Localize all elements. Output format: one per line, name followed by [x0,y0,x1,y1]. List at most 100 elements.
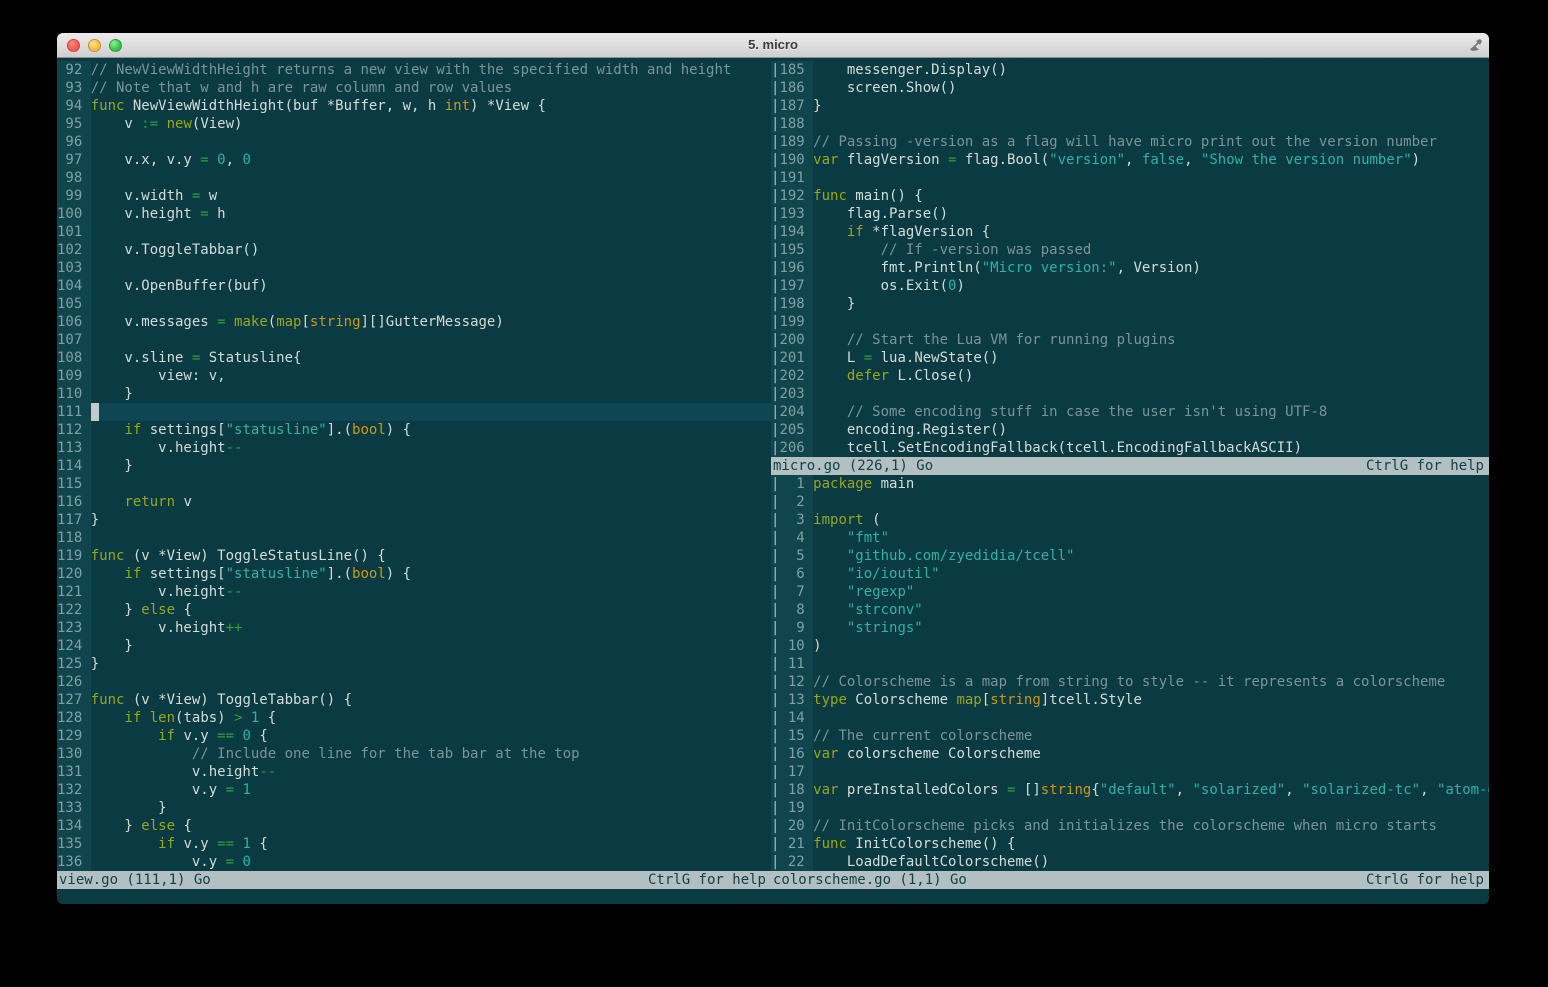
code-area-view-go[interactable]: 92 // NewViewWidthHeight returns a new v… [57,61,771,871]
code-line[interactable]: 92 // NewViewWidthHeight returns a new v… [57,61,771,79]
code-line[interactable]: | 190 var flagVersion = flag.Bool("versio… [771,151,1489,169]
code-line[interactable]: 110 } [57,385,771,403]
code-line[interactable]: 117 } [57,511,771,529]
line-number: 134 [57,817,91,835]
code-line[interactable]: | 197 os.Exit(0) [771,277,1489,295]
code-line[interactable]: | 194 if *flagVersion { [771,223,1489,241]
split-divider: | [771,367,780,385]
code-line[interactable]: | 195 // If -version was passed [771,241,1489,259]
code-line[interactable]: 113 v.height -- [57,439,771,457]
code-line[interactable]: 119 func (v *View) ToggleStatusLine() { [57,547,771,565]
code-line[interactable]: 125 } [57,655,771,673]
code-line[interactable]: | 206 tcell.SetEncodingFallback(tcell.Enc… [771,439,1489,457]
code-line[interactable]: 104 v.OpenBuffer(buf) [57,277,771,295]
code-line[interactable]: | 201 L = lua.NewState() [771,349,1489,367]
code-line[interactable]: 109 view: v, [57,367,771,385]
window-titlebar[interactable]: 5. micro [57,33,1489,58]
code-line[interactable]: | 5 "github.com/zyedidia/tcell" [771,547,1489,565]
code-line[interactable]: | 8 "strconv" [771,601,1489,619]
code-line[interactable]: 116 return v [57,493,771,511]
code-line[interactable]: 98 [57,169,771,187]
code-line[interactable]: | 187 } [771,97,1489,115]
line-number: 201 [779,349,814,367]
code-line[interactable]: | 2 [771,493,1489,511]
code-line[interactable]: | 199 [771,313,1489,331]
code-line[interactable]: 130 // Include one line for the tab bar … [57,745,771,763]
line-number: 192 [779,187,814,205]
code-line[interactable]: | 9 "strings" [771,619,1489,637]
code-line[interactable]: 126 [57,673,771,691]
code-line[interactable]: | 17 [771,763,1489,781]
code-line[interactable]: | 198 } [771,295,1489,313]
code-line[interactable]: | 21 func InitColorscheme() { [771,835,1489,853]
code-line[interactable]: 107 [57,331,771,349]
code-area-micro-go[interactable]: | 185 messenger.Display() | 186 screen.Show… [771,61,1489,457]
code-line[interactable]: | 6 "io/ioutil" [771,565,1489,583]
code-line[interactable]: 106 v.messages = make(map[string][]Gutte… [57,313,771,331]
code-line[interactable]: 102 v.ToggleTabbar() [57,241,771,259]
code-line[interactable]: 131 v.height -- [57,763,771,781]
code-area-colorscheme-go[interactable]: | 1 package main | 2 | 3 import (| 4 "fmt… [771,475,1489,871]
code-line[interactable]: | 10 ) [771,637,1489,655]
code-line[interactable]: 134 } else { [57,817,771,835]
code-line[interactable]: | 196 fmt.Println("Micro version:", Versi… [771,259,1489,277]
code-line[interactable]: | 200 // Start the Lua VM for running plu… [771,331,1489,349]
code-line[interactable]: | 188 [771,115,1489,133]
code-line[interactable]: 103 [57,259,771,277]
code-line[interactable]: 96 [57,133,771,151]
code-line[interactable]: 115 [57,475,771,493]
code-line[interactable]: | 4 "fmt" [771,529,1489,547]
code-line[interactable]: 122 } else { [57,601,771,619]
code-line[interactable]: 101 [57,223,771,241]
code-line[interactable]: | 18 var preInstalledColors = [] string{"… [771,781,1489,799]
code-line[interactable]: 93 // Note that w and h are raw column a… [57,79,771,97]
code-line[interactable]: | 20 // InitColorscheme picks and initia… [771,817,1489,835]
code-line[interactable]: | 14 [771,709,1489,727]
code-line[interactable]: | 192 func main() { [771,187,1489,205]
code-line[interactable]: 132 v.y = 1 [57,781,771,799]
code-token: map [276,314,302,330]
code-line[interactable]: | 203 [771,385,1489,403]
code-line[interactable]: 108 v.sline = Statusline{ [57,349,771,367]
code-line[interactable]: | 191 [771,169,1489,187]
code-line[interactable]: | 16 var colorscheme Colorscheme [771,745,1489,763]
code-line[interactable]: 100 v.height = h [57,205,771,223]
code-line[interactable]: 128 if len (tabs) > 1 { [57,709,771,727]
code-line[interactable]: 129 if v.y == 0 { [57,727,771,745]
code-line[interactable]: | 13 type Colorscheme map[string]tcell.S… [771,691,1489,709]
code-line[interactable]: 105 [57,295,771,313]
code-line[interactable]: 118 [57,529,771,547]
code-line[interactable]: 124 } [57,637,771,655]
code-line[interactable]: 112 if settings["statusline"].(bool) { [57,421,771,439]
code-line[interactable]: | 12 // Colorscheme is a map from string… [771,673,1489,691]
code-line[interactable]: | 1 package main [771,475,1489,493]
code-line[interactable]: 94 func NewViewWidthHeight(buf *Buffer, … [57,97,771,115]
code-line[interactable]: | 22 LoadDefaultColorscheme() [771,853,1489,871]
code-line[interactable]: | 186 screen.Show() [771,79,1489,97]
code-line[interactable]: | 204 // Some encoding stuff in case the … [771,403,1489,421]
code-line[interactable]: 95 v := new (View) [57,115,771,133]
code-line[interactable]: 97 v.x, v.y = 0, 0 [57,151,771,169]
code-line[interactable]: | 11 [771,655,1489,673]
code-line[interactable]: 123 v.height ++ [57,619,771,637]
code-line[interactable]: 114 } [57,457,771,475]
code-line[interactable]: 99 v.width = w [57,187,771,205]
code-line[interactable]: | 15 // The current colorscheme [771,727,1489,745]
code-line-current[interactable]: 111 [57,403,771,421]
code-line[interactable]: | 193 flag.Parse() [771,205,1489,223]
code-line[interactable]: 135 if v.y == 1 { [57,835,771,853]
code-line[interactable]: 133 } [57,799,771,817]
code-line[interactable]: | 205 encoding.Register() [771,421,1489,439]
resize-icon[interactable] [1469,38,1483,52]
code-line[interactable]: | 3 import ( [771,511,1489,529]
code-line[interactable]: 127 func (v *View) ToggleTabbar() { [57,691,771,709]
code-line[interactable]: | 19 [771,799,1489,817]
code-line[interactable]: 120 if settings["statusline"].(bool) { [57,565,771,583]
code-line[interactable]: 121 v.height -- [57,583,771,601]
code-line[interactable]: | 185 messenger.Display() [771,61,1489,79]
code-line[interactable]: | 7 "regexp" [771,583,1489,601]
code-line[interactable]: 136 v.y = 0 [57,853,771,871]
code-line[interactable]: | 189 // Passing -version as a flag will … [771,133,1489,151]
code-line[interactable]: | 202 defer L.Close() [771,367,1489,385]
